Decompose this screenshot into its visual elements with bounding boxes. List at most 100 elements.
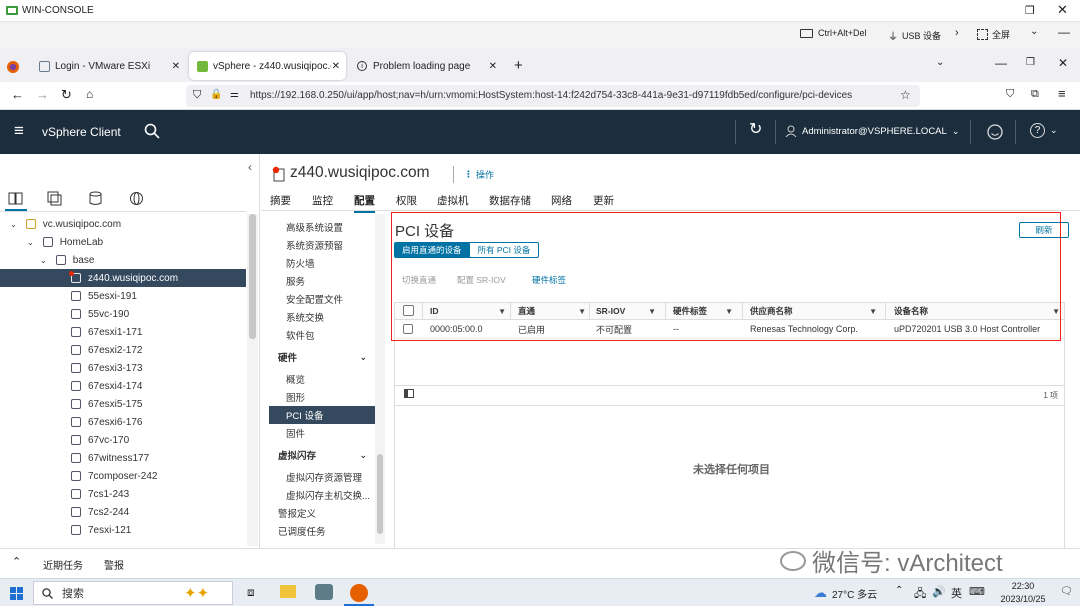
alarms-tab[interactable]: 警报: [104, 557, 124, 572]
nav-virtual-flash-swap[interactable]: 虚拟闪存主机交换...: [269, 486, 375, 504]
back-icon[interactable]: ←: [11, 87, 24, 102]
minimize-icon[interactable]: —: [995, 56, 1007, 70]
tree-item-vm[interactable]: 67esxi6-176: [0, 413, 246, 431]
new-tab-icon[interactable]: +: [514, 57, 523, 74]
tree-item-vm[interactable]: 55vc-190: [0, 305, 246, 323]
scrollbar-thumb[interactable]: [249, 214, 256, 339]
pocket-icon[interactable]: ⛉: [1006, 88, 1014, 101]
tab-updates[interactable]: 更新: [593, 193, 614, 208]
tree-item-vm[interactable]: 7composer-242: [0, 467, 246, 485]
expand-icon[interactable]: ⌄: [10, 220, 17, 229]
hamburger-menu-icon[interactable]: ≡: [14, 122, 24, 139]
usb-devices-button[interactable]: ⏚ USB 设备: [888, 28, 941, 43]
file-explorer-icon[interactable]: [280, 585, 296, 598]
tree-item-vm[interactable]: 67esxi3-173: [0, 359, 246, 377]
permissions-icon[interactable]: ⚌: [230, 89, 239, 100]
ime-language[interactable]: 英: [951, 585, 962, 601]
tab-problem-loading[interactable]: i Problem loading page ✕: [349, 52, 503, 80]
chevron-up-icon[interactable]: ⌃: [12, 555, 21, 568]
tree-item-vm[interactable]: 7esxi-121: [0, 521, 246, 539]
minimize-toolbar-icon[interactable]: —: [1058, 25, 1070, 39]
tab-datastores[interactable]: 数据存储: [489, 193, 531, 208]
clock-time[interactable]: 22:30: [1003, 581, 1043, 591]
tree-item-vm[interactable]: 55esxi-191: [0, 287, 246, 305]
tab-monitor[interactable]: 监控: [312, 193, 333, 208]
help-menu[interactable]: ? ⌄: [1030, 123, 1058, 138]
tree-scrollbar[interactable]: [247, 214, 258, 546]
tree-item-cluster[interactable]: ⌄ base: [0, 251, 246, 269]
networking-icon[interactable]: [129, 191, 144, 206]
tree-item-vm[interactable]: 67esxi2-172: [0, 341, 246, 359]
vms-templates-icon[interactable]: [47, 191, 62, 206]
nav-resource-allocation[interactable]: 系统资源预留: [269, 236, 375, 254]
nav-security-profile[interactable]: 安全配置文件: [269, 290, 375, 308]
home-icon[interactable]: ⌂: [86, 87, 93, 101]
tab-vms[interactable]: 虚拟机: [437, 193, 469, 208]
nav-virtual-flash-resource[interactable]: 虚拟闪存资源管理: [269, 468, 375, 486]
column-toggle-icon[interactable]: [404, 389, 414, 398]
task-view-icon[interactable]: ⧈: [247, 585, 255, 600]
close-tab-icon[interactable]: ✕: [489, 61, 497, 72]
expand-icon[interactable]: ⌄: [27, 238, 34, 247]
reload-icon[interactable]: ↻: [61, 87, 72, 103]
chevron-down-icon[interactable]: ⌄: [1030, 26, 1038, 37]
tab-summary[interactable]: 摘要: [270, 193, 291, 208]
url-bar[interactable]: ⛉ 🔒 ⚌ https://192.168.0.250/ui/app/host;…: [186, 85, 920, 107]
volume-icon[interactable]: 🔊: [932, 585, 946, 598]
tree-item-vm[interactable]: 7cs2-244: [0, 503, 246, 521]
tab-esxi-login[interactable]: Login - VMware ESXi ✕: [31, 52, 186, 80]
chevron-right-icon[interactable]: ›: [955, 27, 959, 39]
forward-icon[interactable]: →: [36, 87, 49, 102]
fullscreen-button[interactable]: 全屏: [977, 28, 1010, 41]
menu-icon[interactable]: ≡: [1058, 86, 1066, 101]
ime-mode-icon[interactable]: ⌨: [969, 585, 985, 598]
tab-networks[interactable]: 网络: [551, 193, 572, 208]
tree-item-vm[interactable]: 67esxi1-171: [0, 323, 246, 341]
tab-vsphere[interactable]: vSphere - z440.wusiqipoc.co ✕: [189, 52, 346, 80]
refresh-icon[interactable]: ↻: [749, 121, 762, 139]
nav-services[interactable]: 服务: [269, 272, 375, 290]
lock-warning-icon[interactable]: 🔒: [210, 89, 222, 100]
actions-menu[interactable]: ⋮ 操作: [464, 168, 494, 181]
collapse-pane-icon[interactable]: ‹: [248, 160, 252, 174]
tab-hosts-clusters[interactable]: [5, 187, 27, 211]
nav-alarm-definitions[interactable]: 警报定义: [269, 504, 375, 522]
app-title[interactable]: vSphere Client: [42, 125, 121, 139]
tree-item-vm[interactable]: 7cs1-243: [0, 485, 246, 503]
notifications-icon[interactable]: 🗨: [1060, 586, 1073, 597]
expand-icon[interactable]: ⌄: [40, 256, 47, 265]
tab-permissions[interactable]: 权限: [396, 193, 417, 208]
tray-chevron-icon[interactable]: ⌃: [895, 585, 903, 596]
nav-section-virtual-flash[interactable]: 虚拟闪存 ⌄: [269, 446, 375, 464]
tab-configure[interactable]: 配置: [354, 193, 375, 213]
nav-scrollbar[interactable]: [375, 214, 385, 544]
tree-item-vm[interactable]: 67esxi5-175: [0, 395, 246, 413]
close-browser-icon[interactable]: ✕: [1058, 56, 1068, 70]
close-tab-icon[interactable]: ✕: [332, 61, 340, 72]
clock-date[interactable]: 2023/10/25: [993, 594, 1053, 604]
ctrl-alt-del-button[interactable]: Ctrl+Alt+Del: [800, 28, 867, 38]
close-window-icon[interactable]: ✕: [1057, 2, 1068, 18]
restore-window-icon[interactable]: ❐: [1025, 4, 1035, 17]
tree-item-datacenter[interactable]: ⌄ HomeLab: [0, 233, 246, 251]
nav-scheduled-tasks[interactable]: 已调度任务: [269, 522, 375, 540]
weather-widget[interactable]: ☁ 27°C 多云: [814, 585, 877, 601]
network-icon[interactable]: 🖧: [914, 585, 926, 604]
tree-item-vcenter[interactable]: ⌄ vc.wusiqipoc.com: [0, 215, 246, 233]
tree-item-vm[interactable]: 67witness177: [0, 449, 246, 467]
firefox-taskbar-icon[interactable]: [350, 584, 368, 602]
nav-section-hardware[interactable]: 硬件 ⌄: [269, 348, 375, 366]
storage-icon[interactable]: [88, 191, 103, 206]
bookmark-star-icon[interactable]: ☆: [900, 88, 911, 102]
nav-pci-devices[interactable]: PCI 设备: [269, 406, 375, 424]
user-menu[interactable]: Administrator@VSPHERE.LOCAL ⌄: [785, 125, 959, 137]
close-tab-icon[interactable]: ✕: [172, 61, 180, 72]
scrollbar-thumb[interactable]: [377, 454, 383, 534]
remote-app-icon[interactable]: [315, 584, 333, 600]
nav-firmware[interactable]: 固件: [269, 424, 375, 442]
tree-item-host-selected[interactable]: z440.wusiqipoc.com: [0, 269, 246, 287]
tree-item-vm[interactable]: 67vc-170: [0, 431, 246, 449]
firefox-icon[interactable]: [7, 61, 19, 73]
feedback-smiley-icon[interactable]: [987, 124, 1003, 140]
nav-packages[interactable]: 软件包: [269, 326, 375, 344]
